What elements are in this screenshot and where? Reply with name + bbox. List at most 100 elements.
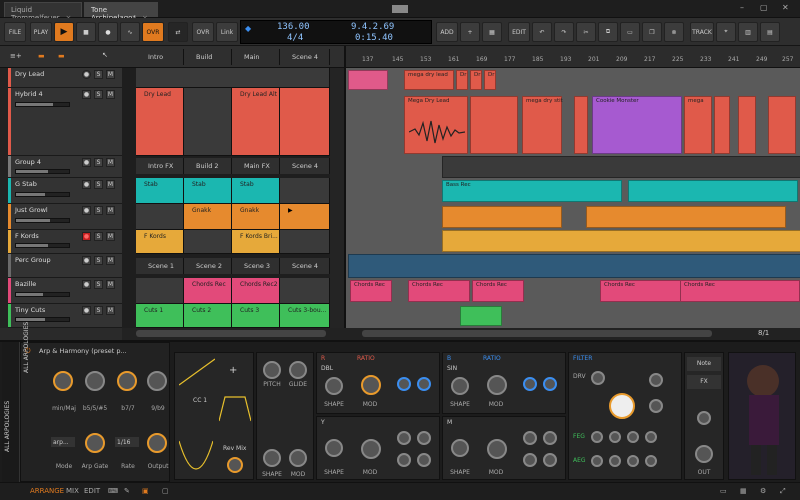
knob[interactable] — [627, 431, 639, 443]
arrange-tab[interactable]: ARRANGE — [30, 487, 64, 495]
mute-button[interactable]: M — [106, 256, 115, 265]
note-button[interactable]: Note — [687, 357, 721, 371]
knob[interactable] — [487, 375, 507, 395]
knob[interactable] — [451, 439, 469, 457]
clip[interactable]: Chords Rec2 — [232, 278, 280, 304]
solo-button[interactable]: S — [94, 306, 103, 315]
knob[interactable] — [289, 449, 307, 467]
solo-button[interactable]: S — [94, 256, 103, 265]
scene-4b[interactable]: Scene 4 — [280, 158, 330, 174]
arranger-clip[interactable]: Chords Rec — [408, 280, 470, 302]
panel-toggle-icon[interactable]: ▣ — [142, 487, 149, 495]
metronome-icon[interactable]: ◆ — [245, 24, 251, 33]
tab-liquid[interactable]: Liquid Trommelfeuer× — [4, 2, 82, 22]
knob[interactable] — [397, 453, 411, 467]
cut-icon[interactable]: ✂ — [576, 22, 596, 42]
record-arm-icon[interactable]: ● — [82, 256, 91, 265]
scene-4c[interactable]: Scene 4 — [280, 258, 330, 274]
knob[interactable] — [417, 377, 431, 391]
track-row[interactable]: Hybrid 4 ● S M — [8, 88, 122, 156]
edit-button[interactable]: EDIT — [508, 22, 530, 42]
track-row[interactable]: Bazille ● S M — [8, 278, 122, 304]
knob[interactable] — [695, 445, 713, 463]
clip[interactable]: F Kords — [136, 230, 184, 254]
arranger-clip[interactable] — [628, 180, 798, 202]
knob[interactable] — [263, 449, 281, 467]
arranger-clip[interactable]: Chords Rec — [472, 280, 524, 302]
track-row[interactable]: Group 4 ● S M — [8, 156, 122, 178]
knob[interactable] — [649, 399, 663, 413]
sidebar-label[interactable]: ALL ARPOLOGIES — [4, 401, 11, 452]
knob[interactable] — [397, 431, 411, 445]
knob[interactable] — [543, 453, 557, 467]
scene-build[interactable]: Build — [184, 49, 232, 65]
knob[interactable] — [397, 377, 411, 391]
plus-icon[interactable]: + — [460, 22, 480, 42]
clip-slot[interactable] — [136, 278, 184, 304]
clip[interactable]: Cuts 3 — [232, 304, 280, 328]
loop-icon[interactable]: ⇄ — [168, 22, 188, 42]
volume-slider[interactable] — [15, 169, 70, 174]
arranger-clip[interactable]: Bass Rec — [442, 180, 622, 202]
scene-4[interactable]: Scene 4 — [280, 49, 330, 65]
clip-slot[interactable] — [184, 88, 232, 156]
knob[interactable] — [289, 361, 307, 379]
record-arm-icon[interactable]: ● — [82, 180, 91, 189]
track-row[interactable]: Just Growl ● S M — [8, 204, 122, 230]
view-icon[interactable]: ▬ — [58, 52, 65, 60]
knob[interactable] — [117, 371, 137, 391]
arranger-clip[interactable] — [442, 206, 562, 228]
solo-button[interactable]: S — [94, 180, 103, 189]
volume-slider[interactable] — [15, 292, 70, 297]
arranger-clip[interactable] — [470, 96, 518, 154]
close-window-icon[interactable]: ✕ — [782, 3, 789, 12]
time-signature[interactable]: 4/4 — [287, 33, 303, 43]
expand-icon[interactable]: ⤢ — [780, 487, 786, 496]
undo-icon[interactable]: ↶ — [532, 22, 552, 42]
knob[interactable] — [591, 371, 605, 385]
clip[interactable] — [280, 88, 330, 156]
track-button[interactable]: TRACK — [690, 22, 714, 42]
view-icon[interactable]: ▬ — [38, 52, 45, 60]
clip-slot[interactable] — [280, 278, 330, 304]
arp-select[interactable]: arp... — [51, 437, 75, 447]
record-arm-icon[interactable]: ● — [82, 306, 91, 315]
scene-3[interactable]: Scene 3 — [232, 258, 280, 274]
track-row[interactable]: G Stab ● S M — [8, 178, 122, 204]
clip[interactable]: Stab — [232, 178, 280, 204]
knob[interactable] — [487, 439, 507, 459]
clip[interactable]: Dry Lead — [136, 88, 184, 156]
duplicate-icon[interactable]: ❐ — [642, 22, 662, 42]
arranger-clip-audio[interactable]: Mega Dry Lead — [404, 96, 468, 154]
maximize-icon[interactable]: ▢ — [760, 3, 768, 12]
arranger-group-lane[interactable] — [442, 156, 800, 178]
clip[interactable]: Cuts 3-bou... — [280, 304, 330, 328]
copy-icon[interactable]: ⧉ — [598, 22, 618, 42]
automation-icon[interactable]: ∿ — [120, 22, 140, 42]
volume-slider[interactable] — [15, 218, 70, 223]
cutoff-knob[interactable] — [609, 393, 635, 419]
arranger-clip[interactable]: mega dry lead — [404, 70, 454, 90]
knob[interactable] — [543, 431, 557, 445]
arranger-clip[interactable]: mega dry stit — [522, 96, 563, 154]
file-button[interactable]: FILE — [4, 22, 26, 42]
track-row[interactable]: Dry Lead ● S M — [8, 68, 122, 88]
clip-slot[interactable] — [136, 204, 184, 230]
knob[interactable] — [523, 431, 537, 445]
keyboard-icon[interactable]: ⌨ — [108, 487, 118, 495]
knob[interactable] — [543, 377, 557, 391]
tempo-display[interactable]: 136.00 — [277, 22, 310, 32]
clip-slot[interactable] — [184, 230, 232, 254]
panel-icon[interactable]: ▤ — [760, 22, 780, 42]
knob[interactable] — [591, 431, 603, 443]
arranger-clip[interactable]: Chords Rec — [350, 280, 392, 302]
scene-2[interactable]: Scene 2 — [184, 258, 232, 274]
volume-slider[interactable] — [15, 102, 70, 107]
knob[interactable] — [591, 455, 603, 467]
add-button[interactable]: ADD — [436, 22, 458, 42]
knob[interactable] — [645, 455, 657, 467]
solo-button[interactable]: S — [94, 90, 103, 99]
pencil-icon[interactable]: ✎ — [124, 487, 130, 495]
knob[interactable] — [147, 433, 167, 453]
knob[interactable] — [697, 411, 711, 425]
